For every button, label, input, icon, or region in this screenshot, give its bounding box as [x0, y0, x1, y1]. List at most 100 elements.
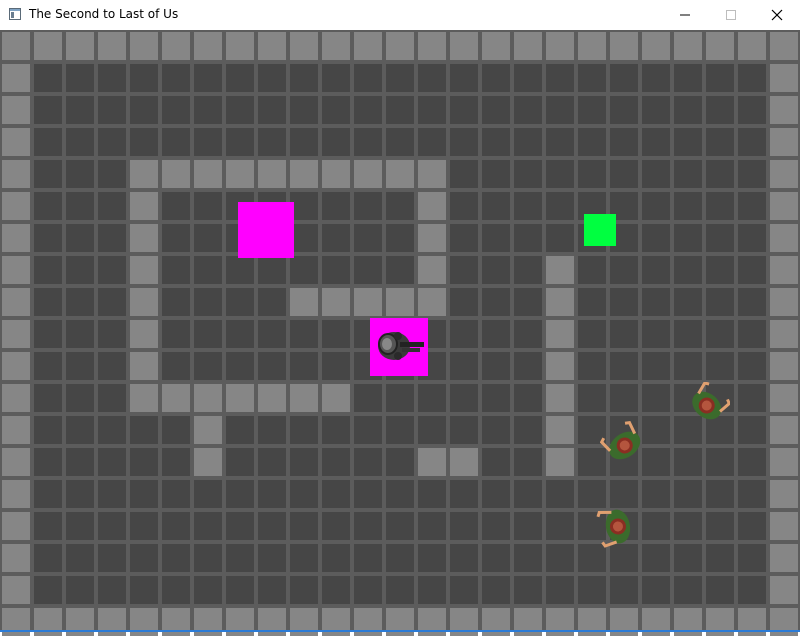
floor-tile [706, 224, 734, 252]
floor-tile [322, 512, 350, 540]
wall-tile [770, 352, 798, 380]
floor-tile [130, 544, 158, 572]
floor-tile [514, 224, 542, 252]
floor-tile [194, 544, 222, 572]
wall-tile [418, 256, 446, 284]
minimize-button[interactable] [662, 0, 708, 30]
floor-tile [514, 256, 542, 284]
floor-tile [66, 448, 94, 476]
floor-tile [162, 480, 190, 508]
floor-tile [130, 480, 158, 508]
zombie-2[interactable] [600, 420, 646, 466]
wall-tile [578, 32, 606, 60]
zombie-3[interactable] [592, 504, 638, 550]
zombie-1[interactable] [686, 382, 730, 426]
floor-tile [66, 160, 94, 188]
floor-tile [354, 256, 382, 284]
wall-tile [130, 352, 158, 380]
wall-tile [546, 32, 574, 60]
floor-tile [290, 64, 318, 92]
floor-tile [194, 480, 222, 508]
wall-tile [2, 128, 30, 156]
wall-tile [66, 32, 94, 60]
wall-tile [34, 32, 62, 60]
floor-tile [610, 256, 638, 284]
floor-tile [738, 96, 766, 124]
floor-tile [162, 128, 190, 156]
floor-tile [162, 352, 190, 380]
floor-tile [258, 512, 286, 540]
floor-tile [482, 160, 510, 188]
wall-tile [418, 32, 446, 60]
floor-tile [258, 576, 286, 604]
floor-tile [642, 416, 670, 444]
floor-tile [162, 320, 190, 348]
wall-tile [770, 416, 798, 444]
floor-tile [98, 416, 126, 444]
floor-tile [450, 192, 478, 220]
floor-tile [258, 288, 286, 316]
wall-tile [2, 352, 30, 380]
floor-tile [610, 96, 638, 124]
floor-tile [34, 576, 62, 604]
minimize-icon [680, 14, 690, 16]
floor-tile [322, 256, 350, 284]
floor-tile [290, 480, 318, 508]
floor-tile [386, 224, 414, 252]
floor-tile [642, 96, 670, 124]
floor-tile [162, 256, 190, 284]
wall-tile [354, 288, 382, 316]
floor-tile [34, 512, 62, 540]
wall-tile [290, 384, 318, 412]
wall-tile [770, 128, 798, 156]
floor-tile [738, 64, 766, 92]
maximize-button[interactable] [708, 0, 754, 30]
wall-tile [98, 32, 126, 60]
floor-tile [354, 64, 382, 92]
wall-tile [450, 448, 478, 476]
wall-tile [2, 512, 30, 540]
game-board[interactable] [0, 30, 800, 636]
floor-tile [546, 544, 574, 572]
floor-tile [226, 288, 254, 316]
wall-tile [2, 480, 30, 508]
floor-tile [482, 416, 510, 444]
wall-tile [226, 384, 254, 412]
close-button[interactable] [754, 0, 800, 30]
floor-tile [642, 224, 670, 252]
floor-tile [162, 64, 190, 92]
wall-tile [290, 160, 318, 188]
floor-tile [450, 320, 478, 348]
floor-tile [738, 448, 766, 476]
floor-tile [162, 448, 190, 476]
floor-tile [418, 128, 446, 156]
floor-tile [578, 96, 606, 124]
floor-tile [706, 64, 734, 92]
wall-tile [2, 576, 30, 604]
floor-tile [290, 416, 318, 444]
wall-tile [354, 160, 382, 188]
floor-tile [450, 544, 478, 572]
wall-tile [130, 320, 158, 348]
floor-tile [66, 384, 94, 412]
player-character[interactable] [372, 322, 428, 372]
floor-tile [706, 288, 734, 316]
floor-tile [706, 320, 734, 348]
floor-tile [354, 416, 382, 444]
floor-tile [290, 224, 318, 252]
floor-tile [354, 448, 382, 476]
floor-tile [226, 256, 254, 284]
floor-tile [290, 512, 318, 540]
floor-tile [514, 64, 542, 92]
floor-tile [706, 448, 734, 476]
floor-tile [162, 512, 190, 540]
floor-tile [578, 320, 606, 348]
wall-tile [770, 384, 798, 412]
title-bar[interactable]: The Second to Last of Us [0, 0, 800, 30]
floor-tile [354, 576, 382, 604]
wall-tile [130, 224, 158, 252]
floor-tile [386, 544, 414, 572]
floor-tile [322, 448, 350, 476]
wall-tile [738, 32, 766, 60]
wall-tile [386, 160, 414, 188]
